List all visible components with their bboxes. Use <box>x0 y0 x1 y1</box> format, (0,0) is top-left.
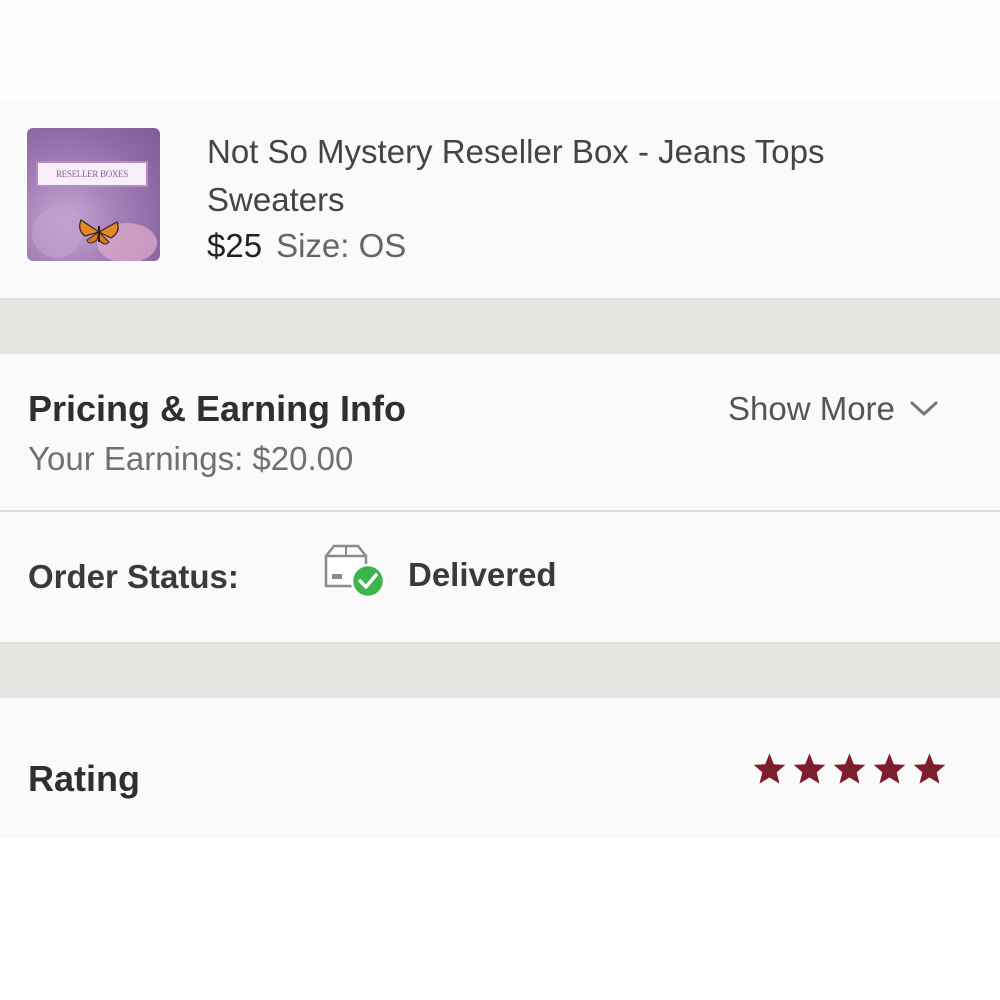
star-icon <box>913 753 946 784</box>
order-status-label: Order Status: <box>28 558 239 595</box>
chevron-down-icon <box>910 401 938 416</box>
order-status-value: Delivered <box>408 556 557 593</box>
top-blank-area <box>0 0 1000 100</box>
order-status-section: Order Status: Delivered <box>0 512 1000 644</box>
rating-label: Rating <box>28 758 140 799</box>
show-more-label: Show More <box>728 390 895 427</box>
star-icon <box>753 753 786 784</box>
product-price: $25 <box>207 227 263 264</box>
rating-stars <box>752 752 947 785</box>
product-row[interactable]: RESELLER BOXES Not So Mystery Reseller B… <box>0 100 1000 300</box>
thumbnail-label: RESELLER BOXES <box>55 169 129 179</box>
section-separator <box>0 644 1000 698</box>
rating-section: Rating <box>0 698 1000 838</box>
box-delivered-check-icon <box>324 544 386 599</box>
star-icon <box>833 753 866 784</box>
thumbnail-label-box: RESELLER BOXES <box>36 161 148 187</box>
product-size: Size: OS <box>276 227 407 264</box>
show-more-button[interactable]: Show More <box>728 390 939 428</box>
star-icon <box>873 753 906 784</box>
section-separator <box>0 300 1000 354</box>
pricing-title: Pricing & Earning Info <box>28 388 407 429</box>
product-meta: $25 Size: OS <box>207 226 406 266</box>
bottom-blank-area <box>0 838 1000 1000</box>
pricing-section: Pricing & Earning Info Your Earnings: $2… <box>0 354 1000 512</box>
earnings-text: Your Earnings: $20.00 <box>28 440 354 477</box>
product-title[interactable]: Not So Mystery Reseller Box - Jeans Tops… <box>207 128 927 224</box>
butterfly-icon <box>79 219 119 245</box>
product-thumbnail[interactable]: RESELLER BOXES <box>27 128 160 261</box>
star-icon <box>793 753 826 784</box>
